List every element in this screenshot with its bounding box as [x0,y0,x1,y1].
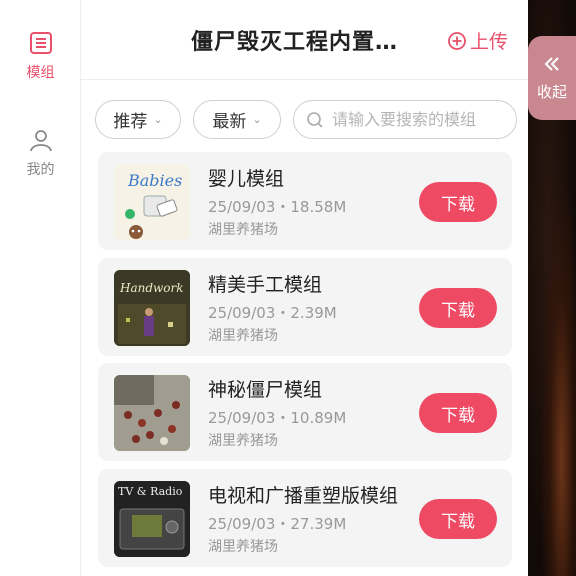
search-input[interactable] [332,110,516,129]
thumbnail-caption: Handwork [119,281,184,295]
mod-title: 电视和广播重塑版模组 [208,485,399,507]
mod-panel: 模组 我的 僵尸毁灭工程内置… 上传 推荐 ⌄ 最新 ⌄ 请输入要搜索的模组 B… [0,0,528,576]
mod-title: 神秘僵尸模组 [208,379,323,401]
mod-thumbnail [114,375,190,451]
mod-thumbnail: Babies [114,164,190,240]
mods-list-icon [29,32,52,54]
plus-circle-icon [448,31,466,50]
mod-thumbnail: Handwork [114,270,190,346]
list-item[interactable]: TV & Radio 电视和广播重塑版模组 25/09/03・27.39M 湖里… [98,469,512,567]
mod-author: 湖里养猪场 [208,222,278,238]
upload-button[interactable]: 上传 [447,27,508,54]
thumbnail-caption: TV & Radio [118,485,183,498]
mod-author: 湖里养猪场 [208,433,278,449]
sidebar-item-label: 我的 [26,162,55,178]
thumbnail-caption: Babies [127,171,182,190]
download-button[interactable]: 下载 [419,182,497,222]
mod-meta: 25/09/03・18.58M [208,198,347,216]
chevron-down-icon: ⌄ [153,113,163,126]
upload-label: 上传 [470,31,509,53]
collapse-label: 收起 [536,82,567,101]
download-button[interactable]: 下载 [419,393,497,433]
sidebar-item-mine[interactable]: 我的 [0,127,81,179]
mod-author: 湖里养猪场 [208,539,278,555]
search-box [293,100,517,139]
sidebar-item-mods[interactable]: 模组 [0,30,81,82]
header: 僵尸毁灭工程内置… 上传 [81,0,528,80]
list-item[interactable]: Handwork 精美手工模组 25/09/03・2.39M 湖里养猪场 下载 [98,258,512,356]
list-item[interactable]: 神秘僵尸模组 25/09/03・10.89M 湖里养猪场 下载 [98,363,512,461]
main-content: 僵尸毁灭工程内置… 上传 推荐 ⌄ 最新 ⌄ 请输入要搜索的模组 Babies … [81,0,528,576]
user-icon [29,130,52,152]
mod-meta: 25/09/03・10.89M [208,409,347,427]
sort-dropdown[interactable]: 推荐 ⌄ [95,100,181,139]
mod-thumbnail: TV & Radio [114,481,190,557]
time-dropdown[interactable]: 最新 ⌄ [193,100,281,139]
download-button[interactable]: 下载 [419,499,497,539]
double-chevron-left-icon [544,56,559,71]
mod-meta: 25/09/03・2.39M [208,304,337,322]
sidebar: 模组 我的 [0,0,81,576]
page-title: 僵尸毁灭工程内置… [191,30,399,55]
chevron-down-icon: ⌄ [252,113,262,126]
collapse-button[interactable]: 收起 [528,36,576,120]
sort-label: 推荐 [113,112,148,132]
time-label: 最新 [212,112,247,132]
mod-title: 婴儿模组 [208,168,285,190]
list-item[interactable]: Babies 婴儿模组 25/09/03・18.58M 湖里养猪场 下载 [98,152,512,250]
sidebar-item-label: 模组 [26,65,55,81]
mod-title: 精美手工模组 [208,274,323,296]
download-button[interactable]: 下载 [419,288,497,328]
mod-author: 湖里养猪场 [208,328,278,344]
search-icon [307,111,323,128]
mod-meta: 25/09/03・27.39M [208,515,347,533]
